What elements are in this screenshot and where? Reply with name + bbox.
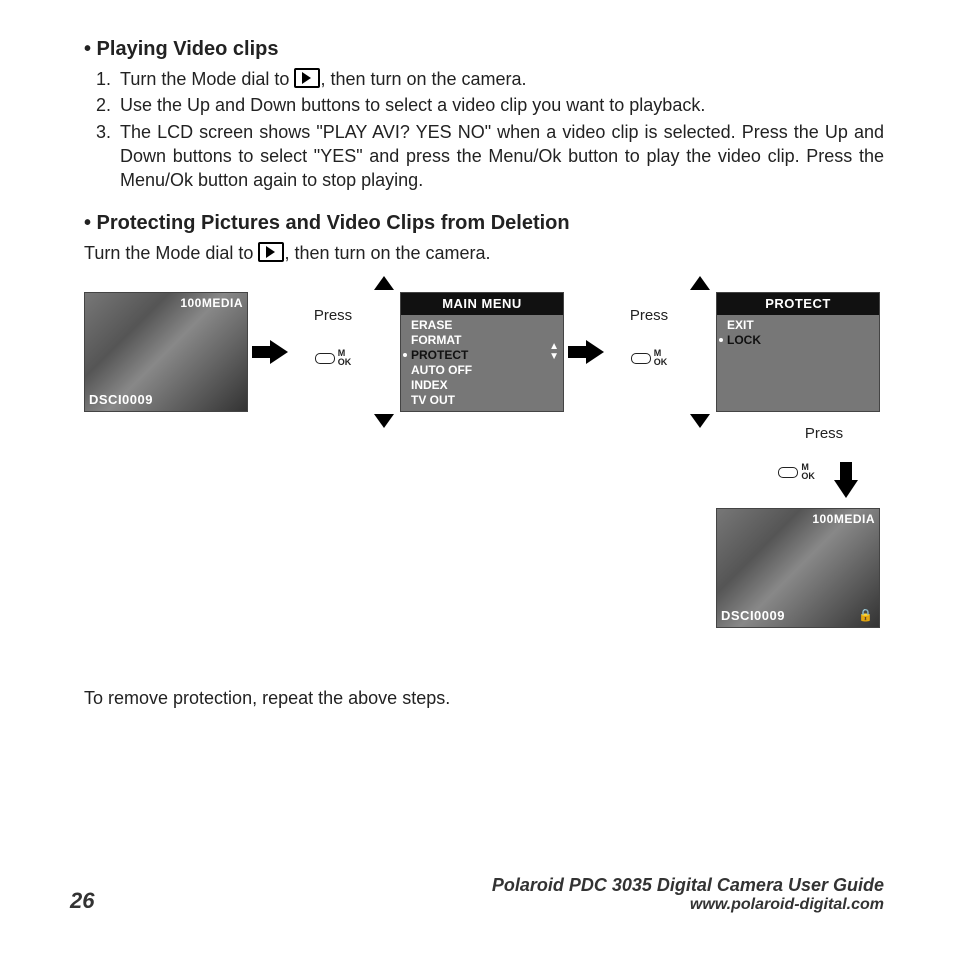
up-triangle-icon [374, 276, 394, 290]
step-3: The LCD screen shows "PLAY AVI? YES NO" … [116, 120, 884, 193]
playback-mode-icon [258, 242, 284, 262]
updown-indicator-icon: ▲▼ [549, 342, 559, 362]
ok-button-icon [631, 353, 651, 364]
section-protect-title: • Protecting Pictures and Video Clips fr… [84, 210, 884, 237]
page-footer: 26 Polaroid PDC 3035 Digital Camera User… [70, 875, 884, 914]
press-group-2: Press MOK [618, 306, 680, 369]
press-group-3: Press MOK [764, 424, 884, 486]
up-triangle-icon [690, 276, 710, 290]
press-label: Press [764, 424, 884, 444]
menu-item-selected: LOCK [727, 333, 879, 348]
protect-after: To remove protection, repeat the above s… [84, 686, 884, 710]
step-1: Turn the Mode dial to , then turn on the… [116, 67, 884, 91]
protect-body: Turn the Mode dial to , then turn on the… [84, 241, 884, 265]
lcd-photo-start: 100MEDIA DSCI0009 [84, 292, 248, 412]
press-label: Press [618, 306, 680, 326]
menu-item-selected: PROTECT [411, 348, 563, 363]
down-triangle-icon [374, 414, 394, 428]
lcd-top-label: 100MEDIA [812, 511, 875, 527]
menu-header: PROTECT [717, 293, 879, 316]
press-label: Press [302, 306, 364, 326]
menu-body: EXIT LOCK [717, 315, 879, 348]
lcd-main-menu: MAIN MENU ERASE FORMAT PROTECT AUTO OFF … [400, 292, 564, 412]
lcd-top-label: 100MEDIA [180, 295, 243, 311]
down-triangle-icon [690, 414, 710, 428]
footer-guide: Polaroid PDC 3035 Digital Camera User Gu… [492, 875, 884, 895]
page-number: 26 [70, 888, 94, 914]
protect-diagram: 100MEDIA DSCI0009 Press MOK MAIN MENU ER… [84, 276, 884, 676]
lcd-bot-label: DSCI0009 [721, 607, 785, 625]
lock-icon: 🔒 [858, 607, 873, 623]
step-1b: , then turn on the camera. [320, 69, 526, 89]
menu-body: ERASE FORMAT PROTECT AUTO OFF INDEX TV O… [401, 315, 563, 408]
arrow-down-icon [832, 462, 870, 486]
lcd-protect-menu: PROTECT EXIT LOCK [716, 292, 880, 412]
ok-button-icon [778, 467, 798, 478]
step-2: Use the Up and Down buttons to select a … [116, 93, 884, 117]
arrow-right-icon [252, 340, 290, 364]
menu-header: MAIN MENU [401, 293, 563, 316]
playback-mode-icon [294, 68, 320, 88]
footer-url: www.polaroid-digital.com [492, 896, 884, 914]
section-playing-title: • Playing Video clips [84, 36, 884, 63]
lcd-photo-result: 100MEDIA DSCI0009 🔒 [716, 508, 880, 628]
lcd-bot-label: DSCI0009 [89, 391, 153, 409]
press-group-1: Press MOK [302, 306, 364, 369]
step-1a: Turn the Mode dial to [120, 69, 294, 89]
arrow-right-icon [568, 340, 606, 364]
ok-button-icon [315, 353, 335, 364]
